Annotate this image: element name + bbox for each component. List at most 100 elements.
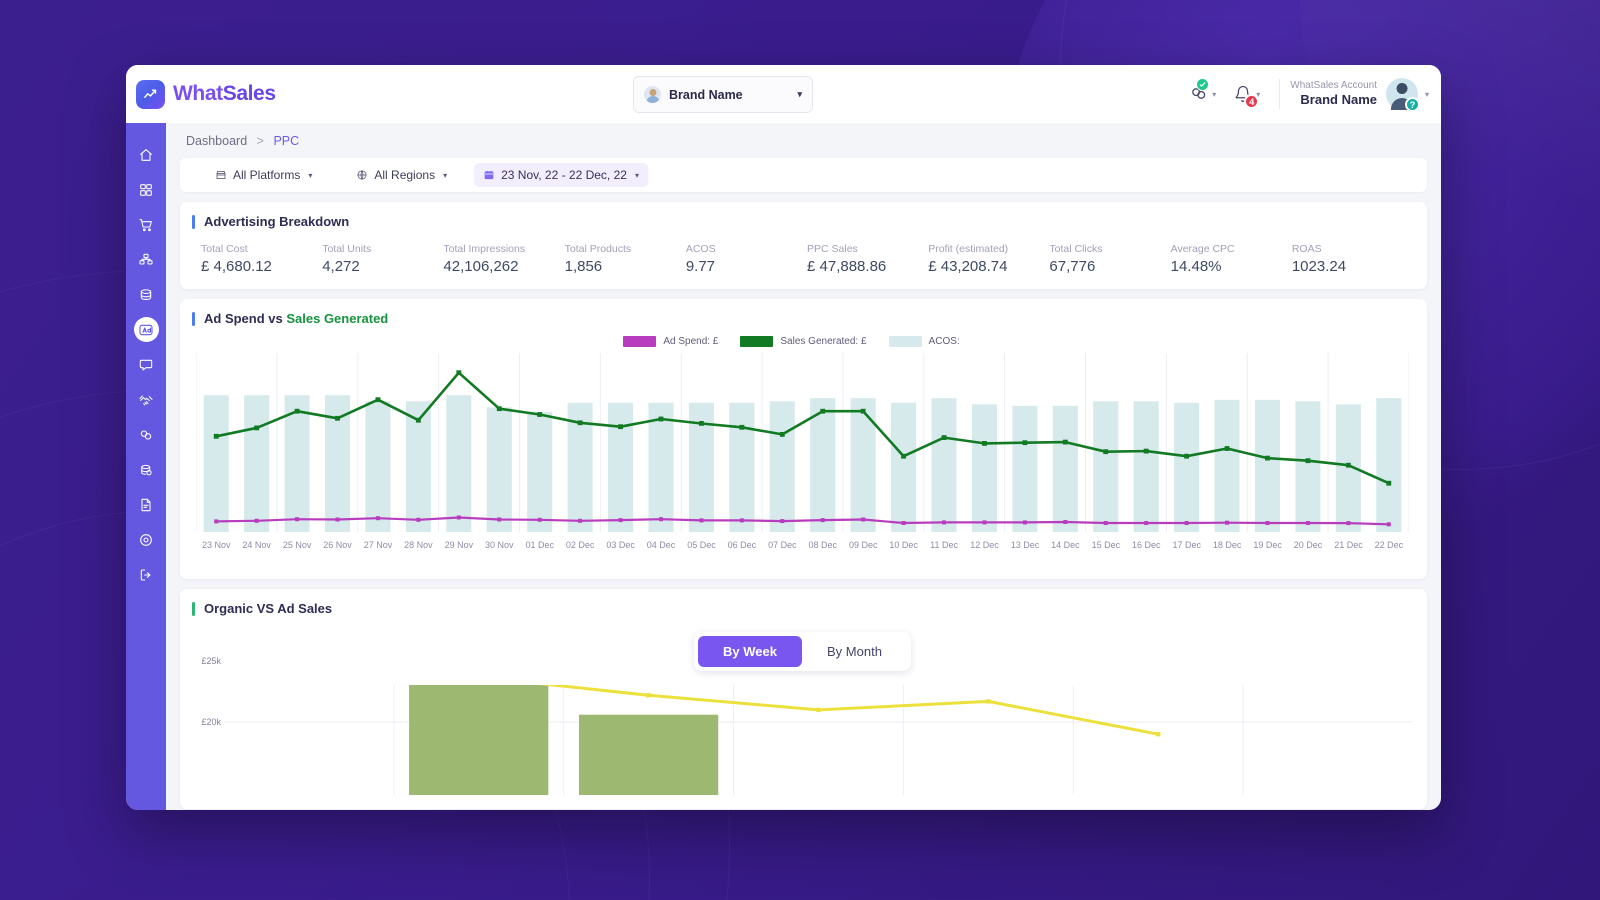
sidebar-item-ppc-ads[interactable] bbox=[126, 312, 166, 347]
data-point bbox=[982, 520, 987, 525]
data-point bbox=[861, 517, 866, 522]
x-axis-tick: 04 Dec bbox=[646, 540, 676, 550]
x-axis-tick: 25 Nov bbox=[282, 540, 312, 550]
kpi-label: Total Products bbox=[564, 243, 632, 255]
chevron-down-icon: ▾ bbox=[308, 170, 313, 180]
x-axis-tick: 08 Dec bbox=[808, 540, 838, 550]
breadcrumb-current: PPC bbox=[273, 134, 300, 148]
sidebar-item-dashboard[interactable] bbox=[126, 172, 166, 207]
connections-button[interactable]: ▾ bbox=[1180, 77, 1225, 104]
sidebar-item-messages[interactable] bbox=[126, 347, 166, 382]
kpi-label: Average CPC bbox=[1170, 243, 1235, 255]
kpi-8: Average CPC 14.48% bbox=[1171, 243, 1292, 275]
data-point bbox=[739, 518, 744, 523]
data-point bbox=[375, 397, 381, 403]
shopping-cart-icon bbox=[139, 218, 152, 231]
sidebar-item-products[interactable] bbox=[126, 242, 166, 277]
chevron-down-icon: ▾ bbox=[634, 170, 639, 180]
sidebar-item-deals[interactable] bbox=[126, 382, 166, 417]
breadcrumb-separator: > bbox=[256, 134, 264, 148]
data-point bbox=[1265, 455, 1270, 461]
sidebar-item-finance[interactable] bbox=[126, 452, 166, 487]
region-filter[interactable]: All Regions ▾ bbox=[347, 163, 456, 187]
data-point bbox=[214, 519, 219, 524]
chart-title-highlight: Sales Generated bbox=[286, 311, 389, 326]
notifications-button[interactable]: 4 ▾ bbox=[1225, 85, 1269, 109]
acos-bar bbox=[1133, 401, 1159, 532]
ad-spend-chart-svg[interactable] bbox=[196, 353, 1409, 538]
tab-by-week[interactable]: By Week bbox=[698, 636, 803, 667]
legend-item-1[interactable]: Sales Generated: £ bbox=[740, 336, 867, 347]
organic-chart-svg[interactable] bbox=[224, 685, 1413, 795]
check-icon bbox=[1199, 81, 1206, 87]
data-point bbox=[1386, 522, 1391, 527]
data-point bbox=[941, 435, 947, 440]
chart-arrow-icon bbox=[136, 79, 165, 109]
legend-label: ACOS: bbox=[928, 336, 960, 347]
tab-by-month[interactable]: By Month bbox=[802, 636, 907, 667]
sidebar-item-reports[interactable] bbox=[126, 487, 166, 522]
kpi-value: 1023.24 bbox=[1291, 258, 1347, 275]
kpi-value: 67,776 bbox=[1049, 258, 1096, 275]
sidebar-item-settings[interactable] bbox=[126, 522, 166, 557]
sidebar-item-home[interactable] bbox=[126, 137, 166, 172]
data-point bbox=[1386, 480, 1392, 486]
x-axis-tick: 07 Dec bbox=[768, 540, 797, 550]
acos-bar bbox=[1214, 399, 1240, 532]
account-avatar-icon[interactable]: ? bbox=[1385, 78, 1420, 112]
card-header: Organic VS Ad Sales bbox=[192, 601, 1413, 616]
x-axis-tick: 26 Nov bbox=[323, 540, 352, 550]
sidebar-item-orders[interactable] bbox=[126, 207, 166, 242]
data-point bbox=[415, 417, 421, 423]
data-point bbox=[578, 518, 583, 523]
app-logo[interactable]: WhatSales bbox=[126, 79, 301, 109]
data-point bbox=[1022, 440, 1028, 446]
acos-bar bbox=[971, 404, 997, 532]
x-axis-tick: 13 Dec bbox=[1010, 540, 1040, 550]
data-point bbox=[779, 432, 785, 437]
x-axis-tick: 19 Dec bbox=[1253, 540, 1282, 550]
kpi-6: Profit (estimated) £ 43,208.74 bbox=[928, 243, 1049, 275]
data-point bbox=[537, 412, 543, 417]
kpi-9: ROAS 1023.24 bbox=[1292, 243, 1413, 275]
coins-money-icon bbox=[141, 464, 152, 475]
kpi-label: Total Units bbox=[322, 243, 372, 255]
kpi-7: Total Clicks 67,776 bbox=[1049, 243, 1170, 275]
date-range-filter[interactable]: 23 Nov, 22 - 22 Dec, 22 ▾ bbox=[474, 163, 648, 187]
avatar-head bbox=[1396, 83, 1408, 94]
data-point bbox=[295, 517, 300, 522]
data-point bbox=[1144, 521, 1149, 525]
legend-swatch bbox=[623, 336, 657, 347]
data-point bbox=[739, 424, 745, 430]
data-point bbox=[1184, 453, 1190, 459]
acos-bar bbox=[446, 395, 472, 532]
store-icon bbox=[216, 171, 226, 179]
sidebar-item-logout[interactable] bbox=[126, 557, 166, 592]
x-axis-tick: 02 Dec bbox=[565, 540, 595, 550]
legend-item-0[interactable]: Ad Spend: £ bbox=[623, 336, 718, 347]
data-point bbox=[1305, 458, 1311, 464]
data-point bbox=[456, 370, 462, 376]
brand-select[interactable]: Brand Name ▾ bbox=[633, 76, 813, 113]
region-filter-label: All Regions bbox=[374, 168, 436, 182]
legend-swatch bbox=[888, 336, 922, 347]
data-point bbox=[816, 707, 821, 713]
kpi-value: 14.48% bbox=[1170, 258, 1222, 275]
sidebar-item-inventory[interactable] bbox=[126, 277, 166, 312]
sidebar-item-links[interactable] bbox=[126, 417, 166, 452]
acos-bar bbox=[850, 398, 876, 532]
legend-item-2[interactable]: ACOS: bbox=[888, 336, 960, 347]
chevron-down-icon[interactable]: ▾ bbox=[1425, 90, 1429, 99]
platform-filter[interactable]: All Platforms ▾ bbox=[206, 163, 321, 187]
data-point bbox=[986, 699, 991, 704]
brand-select-label: Brand Name bbox=[669, 87, 743, 102]
x-axis-tick: 17 Dec bbox=[1172, 540, 1201, 550]
breadcrumb-dashboard[interactable]: Dashboard bbox=[186, 134, 247, 148]
legend-label: Sales Generated: £ bbox=[780, 336, 867, 347]
legend-label: Ad Spend: £ bbox=[663, 336, 719, 347]
x-axis-tick: 03 Dec bbox=[606, 540, 635, 550]
logout-icon bbox=[140, 568, 151, 581]
y-axis-tick: £25k bbox=[201, 656, 221, 667]
kpi-value: £ 4,680.12 bbox=[201, 258, 272, 275]
kpi-value: 1,856 bbox=[564, 258, 603, 275]
